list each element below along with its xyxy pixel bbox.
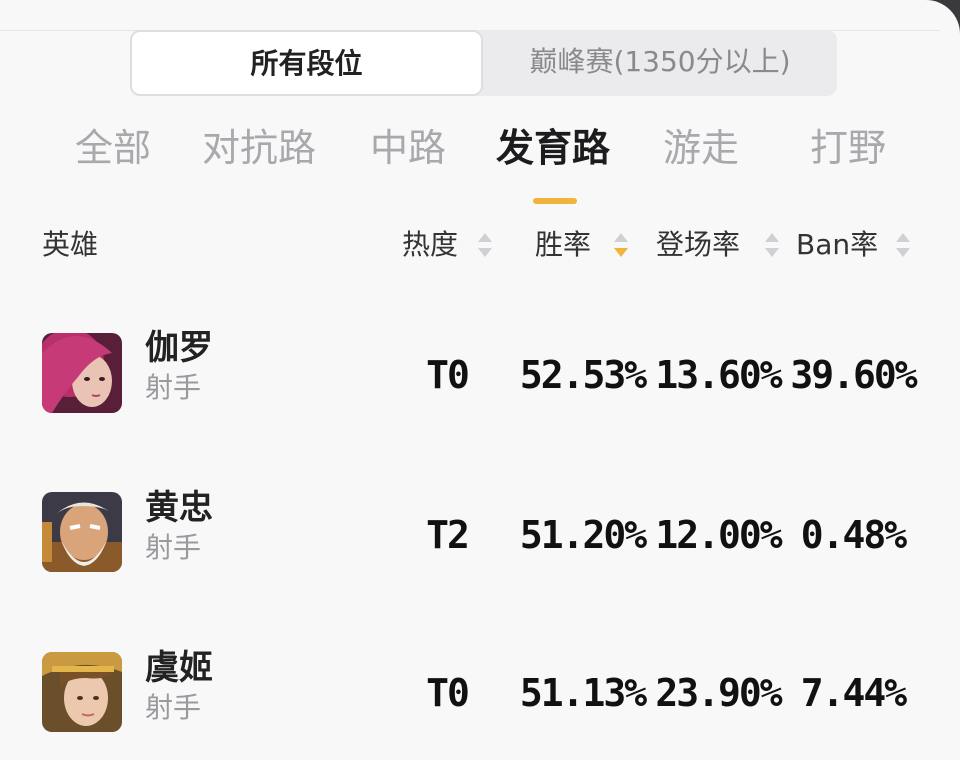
tab-clash-lane[interactable]: 对抗路	[202, 120, 316, 176]
hero-appearance-rate: 12.00%	[655, 513, 782, 557]
hero-role: 射手	[145, 691, 202, 724]
sort-icon[interactable]	[764, 231, 780, 261]
hero-role: 射手	[145, 371, 202, 404]
hero-win-rate: 51.13%	[519, 671, 647, 715]
tab-all[interactable]: 全部	[75, 120, 151, 176]
hero-appearance-rate: 13.60%	[655, 353, 782, 397]
hero-name[interactable]: 黄忠	[145, 486, 213, 530]
sort-desc-icon[interactable]	[613, 231, 629, 261]
tab-jungle[interactable]: 打野	[810, 120, 886, 176]
sort-icon[interactable]	[477, 231, 493, 261]
header-hero: 英雄	[42, 228, 99, 261]
header-win-rate[interactable]: 胜率	[535, 225, 591, 265]
rank-option-all[interactable]: 所有段位	[130, 30, 483, 96]
hero-portrait-icon[interactable]	[42, 492, 122, 572]
tab-farm-lane[interactable]: 发育路	[496, 120, 610, 176]
hero-portrait-icon[interactable]	[42, 333, 122, 413]
hero-name[interactable]: 虞姬	[145, 646, 213, 690]
tab-roam[interactable]: 游走	[663, 120, 739, 176]
hero-ban-rate: 7.44%	[800, 671, 907, 715]
hero-tier: T0	[426, 353, 470, 397]
hero-portrait-icon[interactable]	[42, 652, 122, 732]
hero-ban-rate: 0.48%	[800, 513, 907, 557]
top-divider	[0, 0, 940, 31]
hero-tier: T2	[426, 513, 470, 557]
hero-appearance-rate: 23.90%	[655, 671, 782, 715]
hero-win-rate: 52.53%	[519, 353, 647, 397]
header-ban-rate[interactable]: Ban率	[796, 225, 878, 265]
sort-icon[interactable]	[895, 231, 911, 261]
hero-stats-panel: 所有段位 巅峰赛(1350分以上) 全部 对抗路 中路 发育路 游走 打野 英雄…	[0, 0, 960, 760]
hero-role: 射手	[145, 531, 202, 564]
hero-name[interactable]: 伽罗	[145, 326, 213, 370]
hero-ban-rate: 39.60%	[790, 353, 917, 397]
active-tab-indicator	[533, 198, 577, 204]
hero-tier: T0	[426, 671, 470, 715]
rank-filter: 所有段位 巅峰赛(1350分以上)	[130, 30, 837, 96]
rank-option-peak[interactable]: 巅峰赛(1350分以上)	[483, 30, 837, 96]
hero-win-rate: 51.20%	[519, 513, 647, 557]
header-appearance-rate[interactable]: 登场率	[656, 225, 740, 265]
header-heat[interactable]: 热度	[402, 225, 458, 265]
tab-mid-lane[interactable]: 中路	[370, 120, 446, 176]
